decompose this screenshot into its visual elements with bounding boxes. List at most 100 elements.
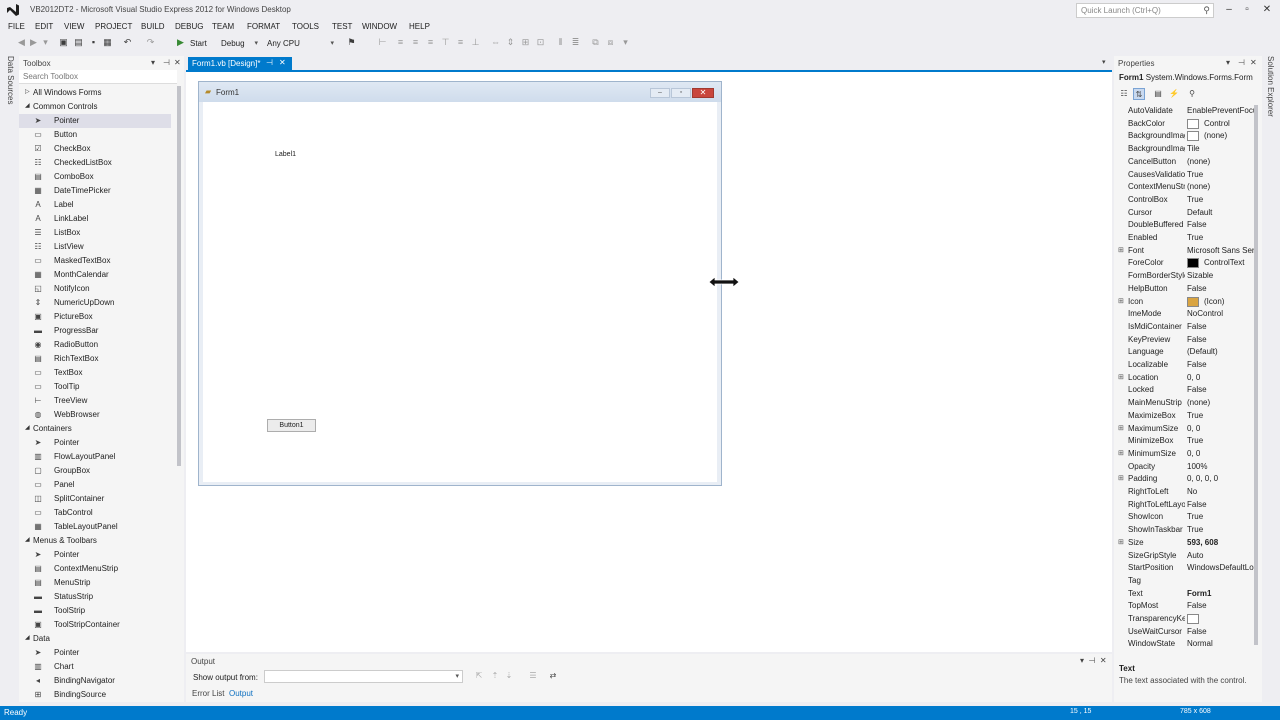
find-in-files-icon[interactable]: ⚑	[346, 37, 357, 48]
property-value[interactable]: 0, 0	[1187, 424, 1254, 433]
property-value[interactable]: False	[1187, 335, 1254, 344]
properties-scrollbar[interactable]	[1254, 105, 1258, 645]
toolbox-scrollbar[interactable]	[177, 86, 181, 466]
button1-control[interactable]: Button1	[267, 419, 316, 432]
property-value[interactable]: Tile	[1187, 144, 1254, 153]
toolbox-item[interactable]: ⇕ NumericUpDown	[19, 296, 171, 310]
collapse-icon[interactable]: ◢	[25, 536, 30, 543]
property-row[interactable]: SizeGripStyle Auto	[1114, 550, 1254, 562]
toolbox-item[interactable]: ▭ TextBox	[19, 366, 171, 380]
expand-icon[interactable]: ⊞	[1118, 424, 1124, 432]
property-row[interactable]: ShowIcon True	[1114, 511, 1254, 523]
property-value[interactable]: False	[1187, 627, 1254, 636]
pin-icon[interactable]: ⊣	[266, 58, 273, 67]
property-value[interactable]: 593, 608	[1187, 538, 1254, 547]
toolbox-item[interactable]: ▭ ToolTip	[19, 380, 171, 394]
toolbox-item[interactable]: ▥ FlowLayoutPanel	[19, 450, 171, 464]
property-row[interactable]: ⊞ Icon (Icon)	[1114, 296, 1254, 308]
toolbox-item[interactable]: ▭ Panel	[19, 478, 171, 492]
property-value[interactable]: Sizable	[1187, 271, 1254, 280]
make-same-width-icon[interactable]: ⇔	[490, 37, 501, 48]
toolbox-group[interactable]: ◢ Menus & Toolbars	[19, 534, 171, 548]
property-value[interactable]: False	[1187, 284, 1254, 293]
expand-icon[interactable]: ⊞	[1118, 538, 1124, 546]
property-value[interactable]: (Default)	[1187, 347, 1254, 356]
menu-tools[interactable]: TOOLS	[292, 22, 319, 31]
property-row[interactable]: KeyPreview False	[1114, 334, 1254, 346]
toolbox-item[interactable]: ⊢ TreeView	[19, 394, 171, 408]
dropdown-icon[interactable]: ▾	[40, 37, 51, 48]
pane-menu-icon[interactable]: ▾	[1226, 58, 1230, 67]
properties-view-icon[interactable]: ▤	[1152, 88, 1164, 100]
menu-format[interactable]: FORMAT	[247, 22, 280, 31]
minimize-button[interactable]: –	[1222, 3, 1236, 16]
property-row[interactable]: ⊞ MinimumSize 0, 0	[1114, 448, 1254, 460]
property-row[interactable]: ShowInTaskbar True	[1114, 524, 1254, 536]
property-value[interactable]: True	[1187, 512, 1254, 521]
close-icon[interactable]: ✕	[1100, 656, 1107, 665]
find-message-icon[interactable]: ⇱	[474, 671, 484, 681]
align-right-icon[interactable]: ≡	[410, 37, 421, 48]
pin-icon[interactable]: ⊣	[163, 58, 170, 67]
forward-icon[interactable]: ▶	[28, 37, 39, 48]
property-row[interactable]: RightToLeftLayoutFalse	[1114, 499, 1254, 511]
align-to-grid-icon[interactable]: ⊥	[470, 37, 481, 48]
expand-icon[interactable]: ⊞	[1118, 449, 1124, 457]
configuration-combo[interactable]: Debug ▾	[217, 37, 261, 49]
toolbox-item[interactable]: ▦ TableLayoutPanel	[19, 520, 171, 534]
property-row[interactable]: ⊞ Padding 0, 0, 0, 0	[1114, 473, 1254, 485]
bring-to-front-icon[interactable]: ⧉	[590, 37, 601, 48]
property-row[interactable]: ForeColor ControlText	[1114, 257, 1254, 269]
property-row[interactable]: IsMdiContainer False	[1114, 321, 1254, 333]
property-value[interactable]: (none)	[1187, 157, 1254, 166]
pin-icon[interactable]: ⊣	[1238, 58, 1245, 67]
start-button[interactable]: Start	[186, 37, 212, 49]
events-icon[interactable]: ⚡	[1168, 88, 1180, 100]
property-value[interactable]: NoControl	[1187, 309, 1254, 318]
alphabetical-icon[interactable]: ⇅	[1133, 88, 1145, 100]
toolbox-item[interactable]: A LinkLabel	[19, 212, 171, 226]
open-file-icon[interactable]: ▤	[73, 37, 84, 48]
toolbox-item[interactable]: ◂ BindingNavigator	[19, 674, 171, 688]
toolbox-item[interactable]: ▬ ToolStrip	[19, 604, 171, 618]
property-value[interactable]: 0, 0	[1187, 373, 1254, 382]
make-same-size-icon[interactable]: ⊞	[520, 37, 531, 48]
property-row[interactable]: ContextMenuStrip(none)	[1114, 181, 1254, 193]
horizontal-spacing-icon[interactable]: ⦀	[555, 37, 566, 48]
collapse-icon[interactable]: ◢	[25, 634, 30, 641]
align-middle-icon[interactable]: ⊤	[440, 37, 451, 48]
collapse-icon[interactable]: ◢	[25, 424, 30, 431]
pane-menu-icon[interactable]: ▾	[151, 58, 155, 67]
menu-file[interactable]: FILE	[8, 22, 25, 31]
align-left-icon[interactable]: ⊢	[377, 37, 388, 48]
property-row[interactable]: TopMost False	[1114, 600, 1254, 612]
property-row[interactable]: Opacity 100%	[1114, 461, 1254, 473]
toolbox-item[interactable]: ➤ Pointer	[19, 548, 171, 562]
toolbox-item[interactable]: ⊞ BindingSource	[19, 688, 171, 702]
previous-message-icon[interactable]: ⇡	[490, 671, 500, 681]
toolbox-item[interactable]: ◉ RadioButton	[19, 338, 171, 352]
new-project-icon[interactable]: ▣	[58, 37, 69, 48]
toolbox-item[interactable]: ▬ StatusStrip	[19, 590, 171, 604]
toolbox-item[interactable]: ▭ TabControl	[19, 506, 171, 520]
property-row[interactable]: ⊞ Font Microsoft Sans Serif	[1114, 245, 1254, 257]
property-row[interactable]: HelpButton False	[1114, 283, 1254, 295]
toolbox-item[interactable]: ➤ Pointer	[19, 646, 171, 660]
property-value[interactable]: False	[1187, 322, 1254, 331]
toolbox-item[interactable]: ➤ Pointer	[19, 436, 171, 450]
property-value[interactable]: Auto	[1187, 551, 1254, 560]
size-to-grid-icon[interactable]: ⊡	[535, 37, 546, 48]
property-row[interactable]: BackColor Control	[1114, 118, 1254, 130]
make-same-height-icon[interactable]: ⇕	[505, 37, 516, 48]
property-value[interactable]: True	[1187, 411, 1254, 420]
property-row[interactable]: CancelButton (none)	[1114, 156, 1254, 168]
chevron-down-icon[interactable]: ▾	[1102, 58, 1106, 66]
toolbox-item[interactable]: ▭ Button	[19, 128, 171, 142]
form1-client-area[interactable]: Label1 Button1	[203, 102, 717, 482]
menu-edit[interactable]: EDIT	[35, 22, 53, 31]
close-icon[interactable]: ✕	[174, 58, 181, 67]
categorized-icon[interactable]: ☷	[1118, 88, 1130, 100]
property-value[interactable]: Microsoft Sans Serif	[1187, 246, 1254, 255]
save-icon[interactable]: ▪	[88, 37, 99, 48]
property-row[interactable]: TransparencyKey	[1114, 613, 1254, 625]
